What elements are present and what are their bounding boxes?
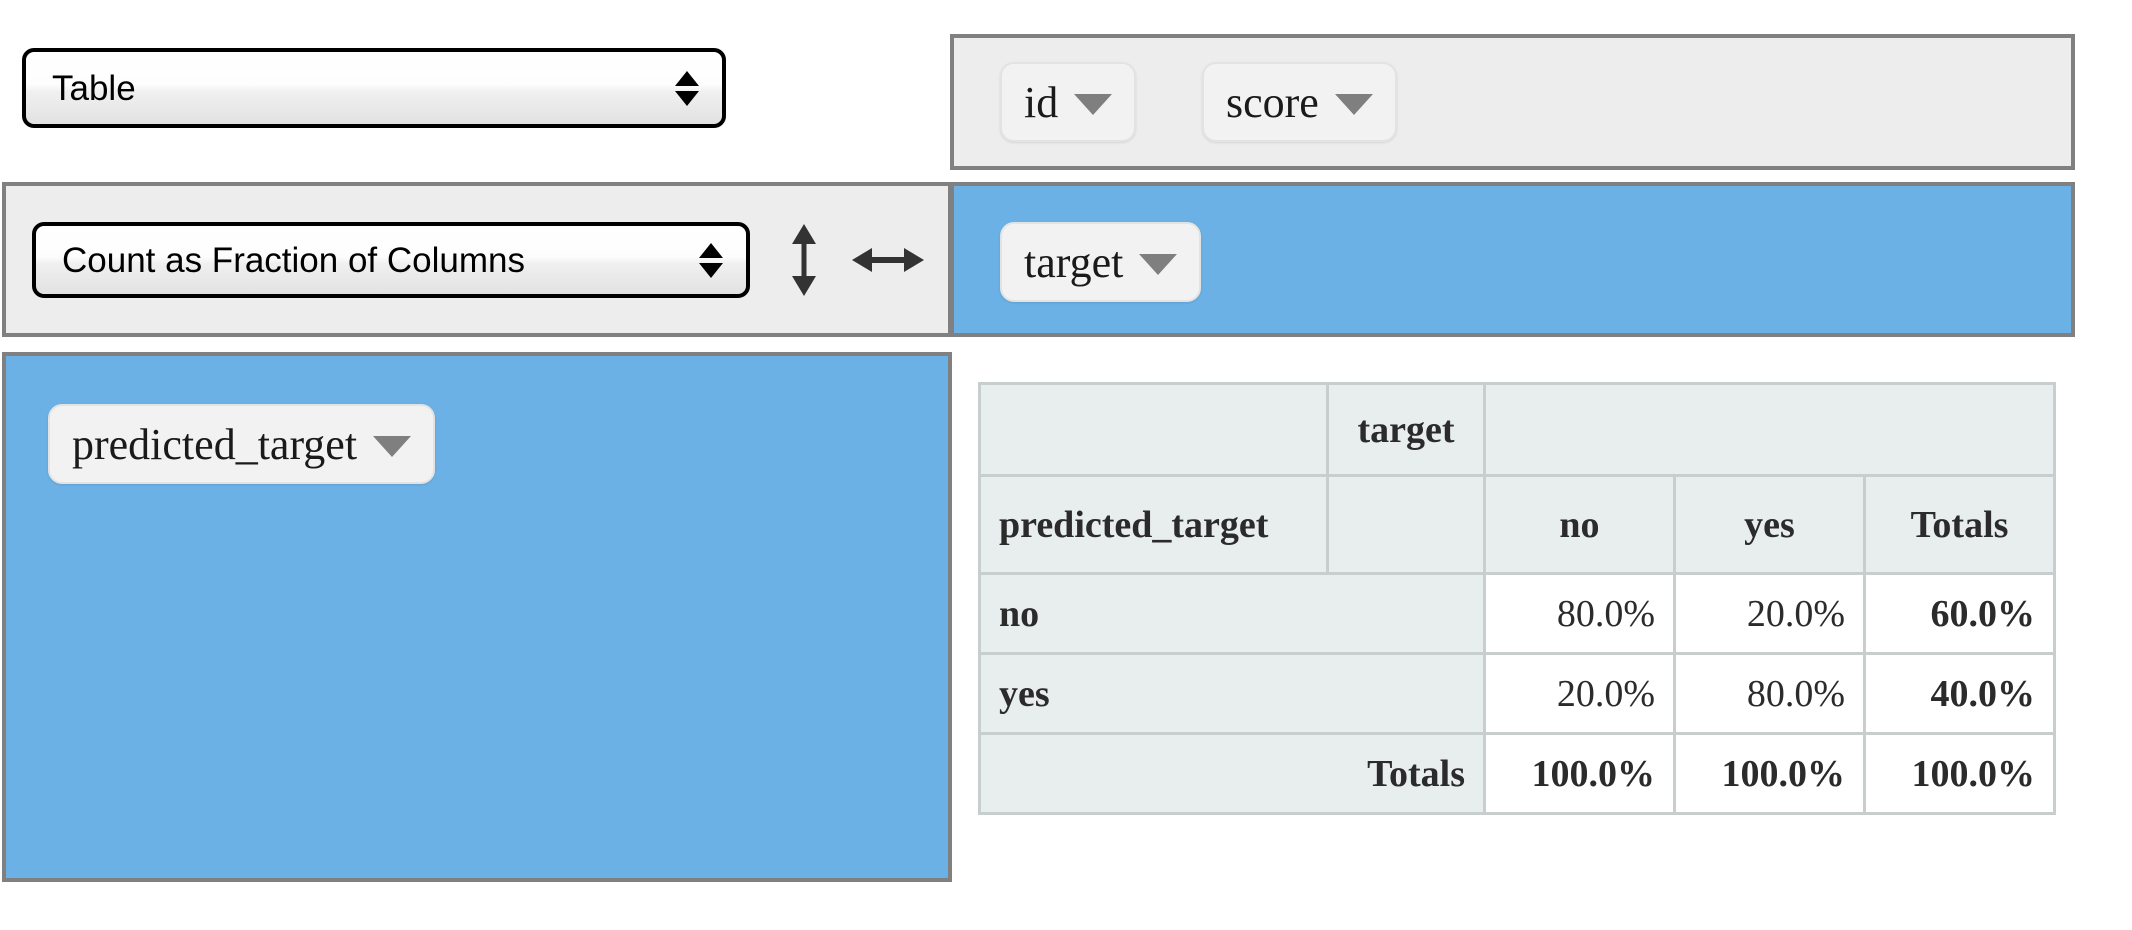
pivot-cell-totals-yes: 100.0% — [1673, 732, 1866, 815]
stepper-arrows-icon — [684, 242, 746, 278]
table-row: yes 20.0% 80.0% 40.0% — [978, 652, 2056, 735]
pivot-row-label-yes[interactable]: yes — [978, 652, 1486, 735]
aggregator-select-value: Count as Fraction of Columns — [62, 242, 525, 278]
triangle-up-icon — [675, 70, 699, 86]
pivot-cell-no-total: 60.0% — [1863, 572, 2056, 655]
renderer-select-value: Table — [52, 70, 136, 106]
pivot-row-axis-label[interactable]: predicted_target — [978, 474, 1329, 575]
column-field-label: target — [1024, 237, 1124, 287]
pivot-table-head: target predicted_target no yes Totals — [978, 382, 2056, 575]
pivot-col-axis-label[interactable]: target — [1326, 382, 1486, 477]
triangle-down-icon — [699, 262, 723, 278]
unused-field-score[interactable]: score — [1202, 62, 1397, 142]
pivot-corner-blank — [978, 382, 1329, 477]
pivot-col-header-totals: Totals — [1863, 474, 2056, 575]
unused-field-label: id — [1024, 77, 1059, 127]
pivot-col-axis-row: target — [978, 382, 2056, 477]
pivot-cell-no-no: 80.0% — [1483, 572, 1676, 655]
pivot-colspan-blank — [1483, 382, 2056, 477]
left-right-arrow-icon[interactable] — [850, 238, 926, 282]
renderer-select[interactable]: Table — [22, 48, 726, 128]
pivot-totals-row-label: Totals — [978, 732, 1486, 815]
row-field-label: predicted_target — [72, 419, 358, 469]
pivot-header-blank — [1326, 474, 1486, 575]
stepper-arrows-icon — [660, 70, 722, 106]
pivot-table-body: no 80.0% 20.0% 60.0% yes 20.0% 80.0% 40.… — [978, 572, 2056, 815]
pivot-table: target predicted_target no yes Totals no… — [978, 382, 2056, 815]
chevron-down-icon[interactable] — [1074, 93, 1113, 115]
pivot-cell-grand-total: 100.0% — [1863, 732, 2056, 815]
pivot-cell-yes-no: 20.0% — [1483, 652, 1676, 735]
up-down-arrow-icon[interactable] — [783, 222, 825, 298]
unused-field-id[interactable]: id — [1000, 62, 1137, 142]
triangle-up-icon — [699, 242, 723, 258]
pivot-cell-totals-no: 100.0% — [1483, 732, 1676, 815]
pivot-cell-yes-total: 40.0% — [1863, 652, 2056, 735]
aggregator-select[interactable]: Count as Fraction of Columns — [32, 222, 750, 298]
pivot-totals-row: Totals 100.0% 100.0% 100.0% — [978, 732, 2056, 815]
column-field-target[interactable]: target — [1000, 222, 1202, 302]
row-field-predicted-target[interactable]: predicted_target — [48, 404, 436, 484]
table-row: no 80.0% 20.0% 60.0% — [978, 572, 2056, 655]
chevron-down-icon[interactable] — [373, 435, 412, 457]
unused-field-label: score — [1226, 77, 1319, 127]
pivot-cell-yes-yes: 80.0% — [1673, 652, 1866, 735]
pivot-row-label-no[interactable]: no — [978, 572, 1486, 655]
chevron-down-icon[interactable] — [1334, 93, 1373, 115]
pivot-cell-no-yes: 20.0% — [1673, 572, 1866, 655]
pivot-col-header-row: predicted_target no yes Totals — [978, 474, 2056, 575]
pivot-col-header-no[interactable]: no — [1483, 474, 1676, 575]
chevron-down-icon[interactable] — [1139, 253, 1178, 275]
pivot-col-header-yes[interactable]: yes — [1673, 474, 1866, 575]
triangle-down-icon — [675, 90, 699, 106]
